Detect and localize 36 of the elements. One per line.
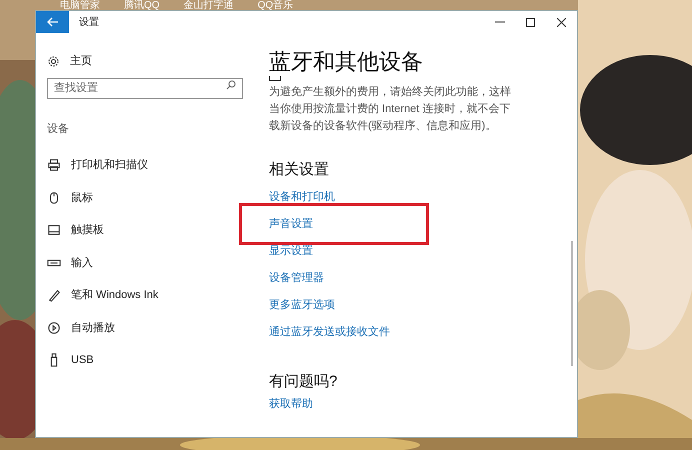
settings-link[interactable]: 显示设置 [269,243,313,260]
play-circle-icon [47,320,61,335]
minimize-icon [494,21,504,23]
scrollbar[interactable] [571,241,573,366]
sidebar-item[interactable]: 输入 [47,246,261,279]
settings-link[interactable]: 设备管理器 [269,270,324,287]
help-link[interactable]: 获取帮助 [269,396,551,412]
gear-icon [47,54,60,68]
mouse-icon [47,190,61,205]
pen-icon [47,288,61,302]
settings-link[interactable]: 设备和打印机 [269,189,335,206]
settings-link[interactable]: 声音设置 [269,216,313,233]
search-icon [226,80,236,90]
back-arrow-icon [46,17,58,27]
settings-link[interactable]: 通过蓝牙发送或接收文件 [269,324,390,341]
description-text: 为避免产生额外的费用，请始终关闭此功能，这样当你使用按流量计费的 Internet 连接时，就不会下载新设备的设备软件(驱动程序、信息和应用)。 [269,84,512,134]
back-button[interactable] [36,11,69,33]
window-title: 设置 [79,16,99,30]
touchpad-icon [47,223,61,238]
sidebar-item[interactable]: 触摸板 [47,214,261,246]
maximize-icon [526,18,535,26]
printer-icon [47,158,61,172]
settings-link[interactable]: 更多蓝牙选项 [269,297,335,314]
home-nav-item[interactable]: 主页 [47,52,261,70]
sidebar-item[interactable]: 打印机和扫描仪 [47,149,261,182]
sidebar-item[interactable]: 笔和 Windows Ink [47,279,261,312]
checkbox-icon [269,76,281,81]
sidebar-item[interactable]: 自动播放 [47,312,261,344]
close-icon [557,18,566,26]
section-heading: 相关设置 [269,161,330,179]
search-field[interactable]: 查找设置 [47,78,243,98]
page-title: 蓝牙和其他设备 [269,49,424,75]
section-heading: 有问题吗? [269,373,338,391]
section-heading: 设备 [47,122,70,137]
sidebar-item[interactable]: USB [47,344,261,376]
sidebar-item[interactable]: 鼠标 [47,182,261,214]
